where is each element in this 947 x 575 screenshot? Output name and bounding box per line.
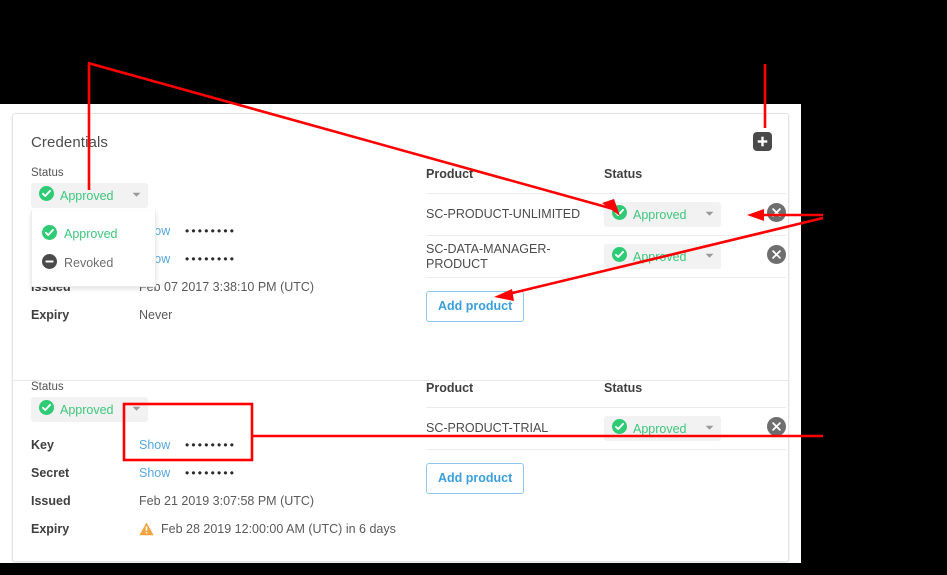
- check-circle-icon: [612, 204, 627, 225]
- column-header-product: Product: [426, 167, 474, 181]
- check-circle-icon: [42, 224, 57, 243]
- check-circle-icon: [612, 246, 627, 267]
- secret-row: Secret Show ••••••••: [31, 459, 411, 487]
- issued-row: Issued Feb 21 2019 3:07:58 PM (UTC): [31, 487, 411, 515]
- expiry-row: Expiry Never: [31, 301, 411, 329]
- add-credential-button[interactable]: [753, 132, 772, 151]
- product-table: Product Status SC-PRODUCT-UNLIMITED Appr…: [426, 167, 786, 322]
- key-masked-value: ••••••••: [185, 224, 237, 238]
- secret-masked-value: ••••••••: [185, 252, 237, 266]
- show-key-link[interactable]: Show: [139, 438, 185, 452]
- product-status-select[interactable]: Approved: [604, 244, 721, 269]
- expiry-label: Expiry: [31, 308, 70, 322]
- expiry-row: Expiry Feb 28 2019 12:00:00 AM (UTC) in …: [31, 515, 411, 543]
- detail-rows: Key Show •••••••• Secret Show •••••••• I…: [31, 431, 411, 543]
- key-label: Key: [31, 438, 54, 452]
- dropdown-option-revoked[interactable]: Revoked: [32, 248, 155, 277]
- product-status-value: Approved: [633, 207, 687, 222]
- dropdown-option-approved[interactable]: Approved: [32, 219, 155, 248]
- credential-details: Status Approved: [31, 381, 411, 543]
- column-header-product: Product: [426, 381, 474, 395]
- status-label: Status: [31, 167, 64, 179]
- chevron-down-icon: [691, 425, 714, 433]
- status-selected-value: Approved: [60, 402, 114, 417]
- minus-circle-icon: [42, 253, 57, 272]
- add-product-button[interactable]: Add product: [426, 463, 525, 494]
- product-table-header: Product Status: [426, 167, 786, 194]
- page-viewport: Credentials Status Approved Approved Rev…: [0, 104, 801, 563]
- key-row: Key Show ••••••••: [31, 431, 411, 459]
- remove-product-button[interactable]: [767, 244, 786, 269]
- chevron-down-icon: [691, 211, 714, 219]
- plus-icon: [757, 136, 768, 147]
- credential-details: Status Approved: [31, 167, 411, 329]
- check-circle-icon: [39, 399, 54, 420]
- add-product-button[interactable]: Add product: [426, 291, 525, 322]
- credential-block: Status Approved: [13, 167, 788, 381]
- issued-label: Issued: [31, 494, 71, 508]
- check-circle-icon: [612, 418, 627, 439]
- status-dropdown-menu[interactable]: Approved Revoked: [31, 211, 156, 287]
- card-header: Credentials: [13, 114, 788, 167]
- key-masked-value: ••••••••: [185, 438, 237, 452]
- product-table: Product Status SC-PRODUCT-TRIAL Approved…: [426, 381, 786, 494]
- expiry-value: Feb 28 2019 12:00:00 AM (UTC) in 6 days: [161, 522, 396, 536]
- product-table-header: Product Status: [426, 381, 786, 408]
- product-status-select[interactable]: Approved: [604, 416, 721, 441]
- warning-triangle-icon: [139, 522, 154, 536]
- product-status-value: Approved: [633, 421, 687, 436]
- secret-masked-value: ••••••••: [185, 466, 237, 480]
- check-circle-icon: [39, 185, 54, 206]
- table-row: SC-DATA-MANAGER-PRODUCT Approved: [426, 236, 786, 278]
- product-status-value: Approved: [633, 249, 687, 264]
- dropdown-option-label: Approved: [64, 226, 118, 241]
- issued-value: Feb 07 2017 3:38:10 PM (UTC): [139, 280, 315, 294]
- table-row: SC-PRODUCT-UNLIMITED Approved: [426, 194, 786, 236]
- expiry-value: Never: [139, 308, 173, 322]
- secret-label: Secret: [31, 466, 70, 480]
- credentials-card: Credentials Status Approved Approved Rev…: [12, 113, 789, 562]
- chevron-down-icon: [118, 406, 141, 414]
- product-name: SC-DATA-MANAGER-PRODUCT: [426, 241, 551, 271]
- credential-block: Status Approved: [13, 381, 788, 562]
- credential-status-select[interactable]: Approved: [31, 183, 148, 208]
- status-selected-value: Approved: [60, 188, 114, 203]
- issued-value: Feb 21 2019 3:07:58 PM (UTC): [139, 494, 315, 508]
- page-title: Credentials: [31, 134, 108, 151]
- status-label: Status: [31, 381, 64, 393]
- table-row: SC-PRODUCT-TRIAL Approved: [426, 408, 786, 450]
- chevron-down-icon: [118, 192, 141, 200]
- screenshot-root: Credentials Status Approved Approved Rev…: [0, 0, 947, 575]
- credential-status-select[interactable]: Approved: [31, 397, 148, 422]
- product-status-select[interactable]: Approved: [604, 202, 721, 227]
- show-secret-link[interactable]: Show: [139, 466, 185, 480]
- column-header-status: Status: [604, 167, 643, 181]
- remove-product-button[interactable]: [767, 202, 786, 227]
- product-name: SC-PRODUCT-TRIAL: [426, 421, 549, 435]
- column-header-status: Status: [604, 381, 643, 395]
- remove-product-button[interactable]: [767, 416, 786, 441]
- product-name: SC-PRODUCT-UNLIMITED: [426, 207, 581, 221]
- dropdown-option-label: Revoked: [64, 255, 114, 270]
- expiry-label: Expiry: [31, 522, 70, 536]
- chevron-down-icon: [691, 253, 714, 261]
